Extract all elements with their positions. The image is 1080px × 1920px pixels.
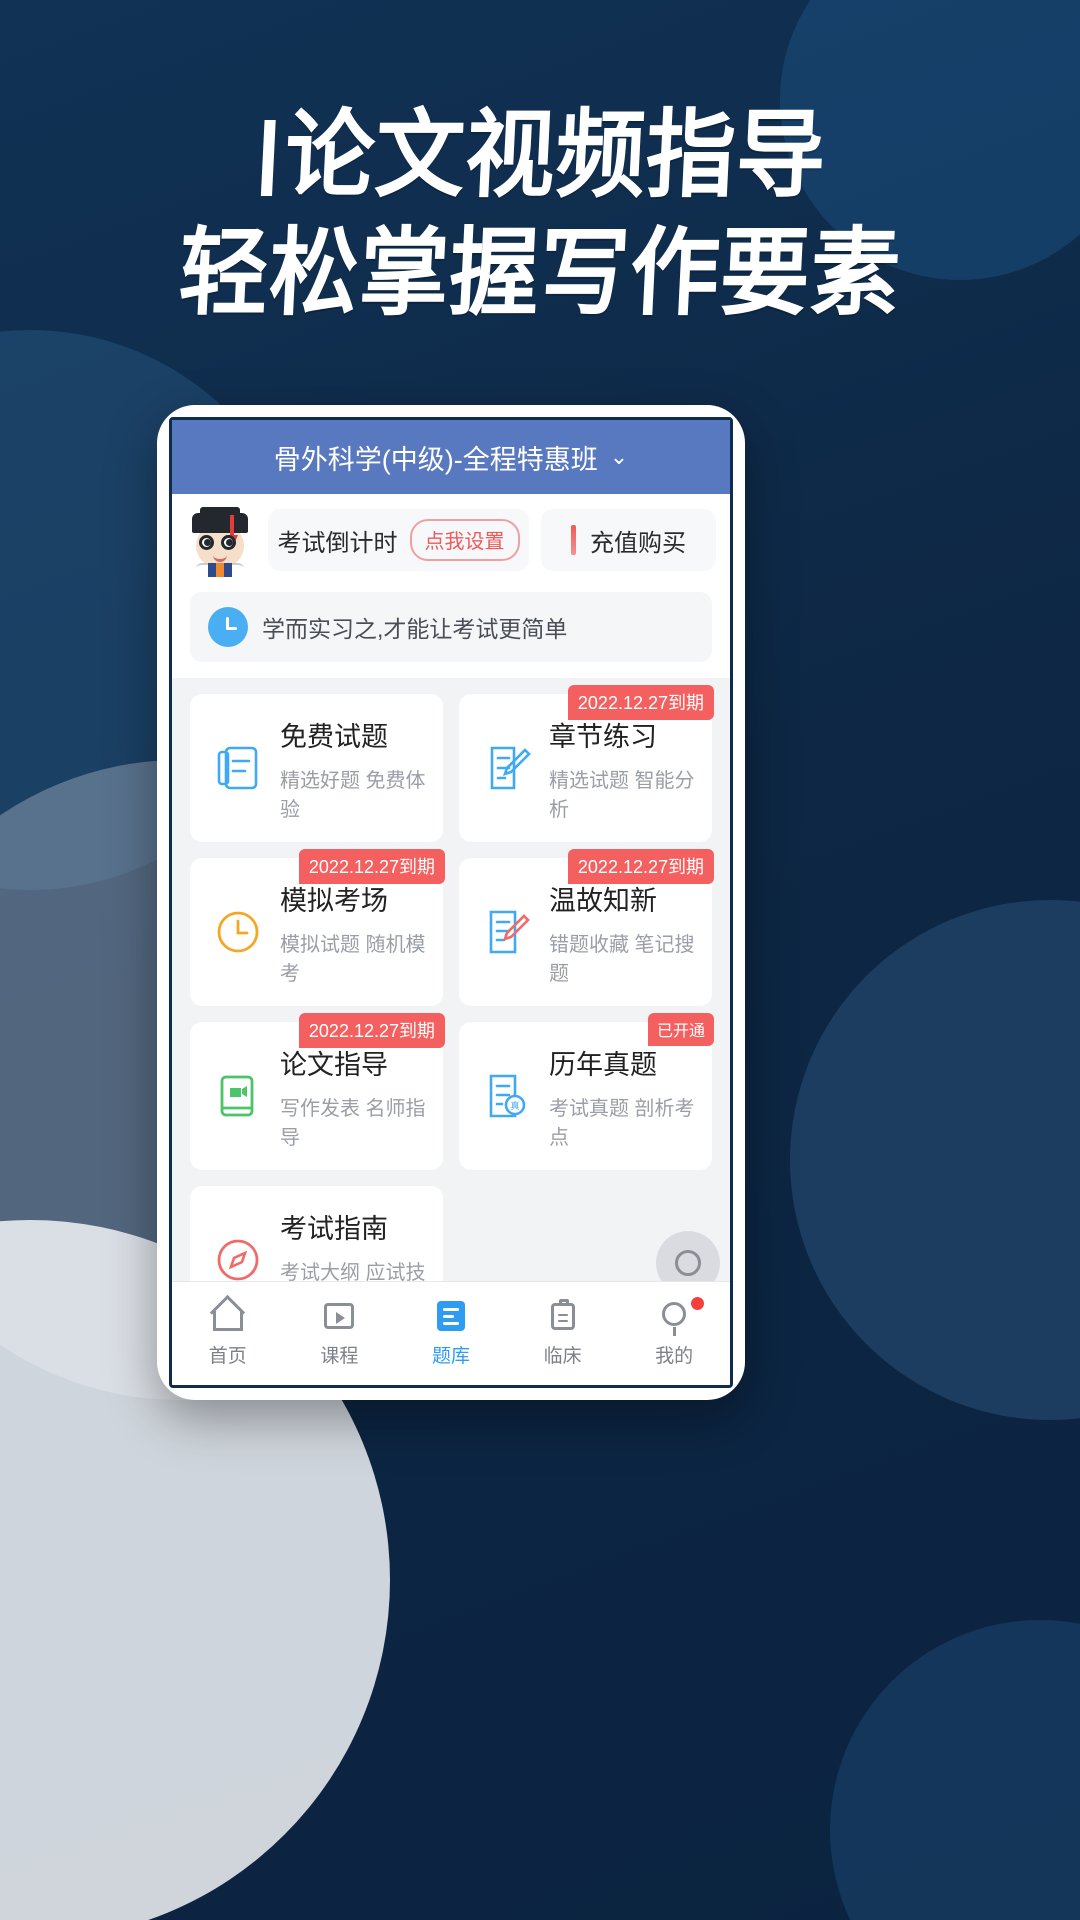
activated-badge: 已开通 (647, 1013, 714, 1046)
course-selector[interactable]: 骨外科学(中级)-全程特惠班 ⌄ (172, 420, 730, 494)
card-subtitle: 考试大纲 应试技巧 (280, 1261, 426, 1282)
app-screen: 骨外科学(中级)-全程特惠班 ⌄ 考试倒计时 点我设置 充值购买 学而实习之,才… (169, 417, 733, 1388)
card-subtitle: 精选好题 免费体验 (280, 769, 426, 821)
card-subtitle: 模拟试题 随机模考 (280, 933, 426, 985)
ticket-icon (571, 525, 576, 555)
settings-fab[interactable] (656, 1231, 720, 1281)
person-icon (657, 1299, 691, 1336)
promo-headline: 论文视频指导 轻松掌握写作要素 (0, 96, 1080, 332)
decor-circle-bottom-right (830, 1620, 1080, 1920)
home-icon (211, 1299, 245, 1333)
nav-label: 我的 (655, 1346, 694, 1367)
graduate-avatar (186, 505, 256, 577)
feature-card-thesis-guidance[interactable]: 2022.12.27到期 论文指导 写作发表 名师指导 (190, 1013, 445, 1170)
set-countdown-button[interactable]: 点我设置 (409, 519, 520, 561)
card-subtitle: 精选试题 智能分析 (549, 769, 695, 821)
headline-accent-bar (260, 120, 276, 196)
feature-card-review[interactable]: 2022.12.27到期 温故知新 错题收藏 笔记搜题 (459, 849, 714, 1006)
card-title: 论文指导 (280, 1049, 388, 1080)
notice-text: 学而实习之,才能让考试更简单 (262, 616, 568, 642)
card-title: 温故知新 (549, 885, 657, 916)
feature-card-exam-guide[interactable]: 考试指南 考试大纲 应试技巧 (190, 1186, 443, 1281)
feature-card-past-papers[interactable]: 已开通 真 历年真题 考试真题 剖析考点 (459, 1013, 714, 1170)
note-pencil-icon (490, 746, 531, 790)
chevron-down-icon: ⌄ (609, 444, 629, 469)
nav-label: 课程 (320, 1346, 359, 1367)
course-title: 骨外科学(中级)-全程特惠班 (273, 444, 598, 475)
nav-label: 临床 (543, 1346, 582, 1367)
card-subtitle: 考试真题 剖析考点 (549, 1097, 695, 1149)
exam-paper-icon: 真 (489, 1074, 526, 1118)
nav-item-mine[interactable]: 我的 (618, 1297, 730, 1368)
countdown-label: 考试倒计时 (277, 529, 398, 557)
clipboard-icon (546, 1299, 580, 1333)
feature-card-free-questions[interactable]: 免费试题 精选好题 免费体验 (190, 694, 443, 842)
expiry-badge: 2022.12.27到期 (567, 849, 714, 884)
countdown-row: 考试倒计时 点我设置 充值购买 (172, 494, 730, 586)
headline-line-1: 论文视频指导 (282, 99, 830, 211)
card-title: 模拟考场 (280, 885, 388, 916)
clock-icon (208, 607, 248, 647)
expiry-badge: 2022.12.27到期 (298, 1013, 445, 1048)
edit-document-icon (489, 910, 530, 954)
card-subtitle: 错题收藏 笔记搜题 (549, 933, 695, 985)
clock-outline-icon (217, 911, 259, 953)
nav-label: 首页 (208, 1346, 247, 1367)
card-title: 免费试题 (280, 721, 388, 752)
card-subtitle: 写作发表 名师指导 (280, 1097, 426, 1149)
decor-circle-right (790, 900, 1080, 1420)
expiry-badge: 2022.12.27到期 (298, 849, 445, 884)
notice-bar[interactable]: 学而实习之,才能让考试更简单 (190, 592, 712, 662)
recharge-purchase-label: 充值购买 (590, 529, 686, 557)
document-list-icon (217, 746, 258, 790)
nav-item-question-bank[interactable]: 题库 (395, 1299, 507, 1368)
video-book-icon (220, 1075, 254, 1117)
card-title: 历年真题 (549, 1049, 657, 1080)
card-title: 考试指南 (280, 1213, 388, 1244)
notice-wrapper: 学而实习之,才能让考试更简单 (172, 586, 730, 678)
recharge-purchase-button[interactable]: 充值购买 (541, 509, 716, 571)
nav-item-clinical[interactable]: 临床 (507, 1299, 619, 1368)
gear-icon (675, 1250, 701, 1276)
feature-card-mock-exam[interactable]: 2022.12.27到期 模拟考场 模拟试题 随机模考 (190, 849, 445, 1006)
svg-text:真: 真 (510, 1100, 519, 1112)
bottom-navigation: 首页 课程 题库 临床 我的 (172, 1281, 730, 1385)
headline-line-2: 轻松掌握写作要素 (176, 217, 904, 329)
feature-grid: 免费试题 精选好题 免费体验 2022.12.27到期 章节练习 精选试题 智能… (172, 678, 730, 1281)
nav-label: 题库 (431, 1346, 470, 1367)
phone-mockup: 骨外科学(中级)-全程特惠班 ⌄ 考试倒计时 点我设置 充值购买 学而实习之,才… (157, 405, 745, 1400)
nav-item-courses[interactable]: 课程 (284, 1299, 396, 1368)
feature-card-chapter-practice[interactable]: 2022.12.27到期 章节练习 精选试题 智能分析 (459, 685, 714, 842)
question-bank-icon (434, 1299, 468, 1333)
expiry-badge: 2022.12.27到期 (567, 685, 714, 720)
card-title: 章节练习 (549, 721, 657, 752)
play-box-icon (322, 1299, 356, 1333)
compass-icon (217, 1239, 259, 1281)
notification-dot (690, 1297, 704, 1310)
nav-item-home[interactable]: 首页 (172, 1299, 284, 1368)
exam-countdown-button[interactable]: 考试倒计时 点我设置 (268, 509, 529, 571)
